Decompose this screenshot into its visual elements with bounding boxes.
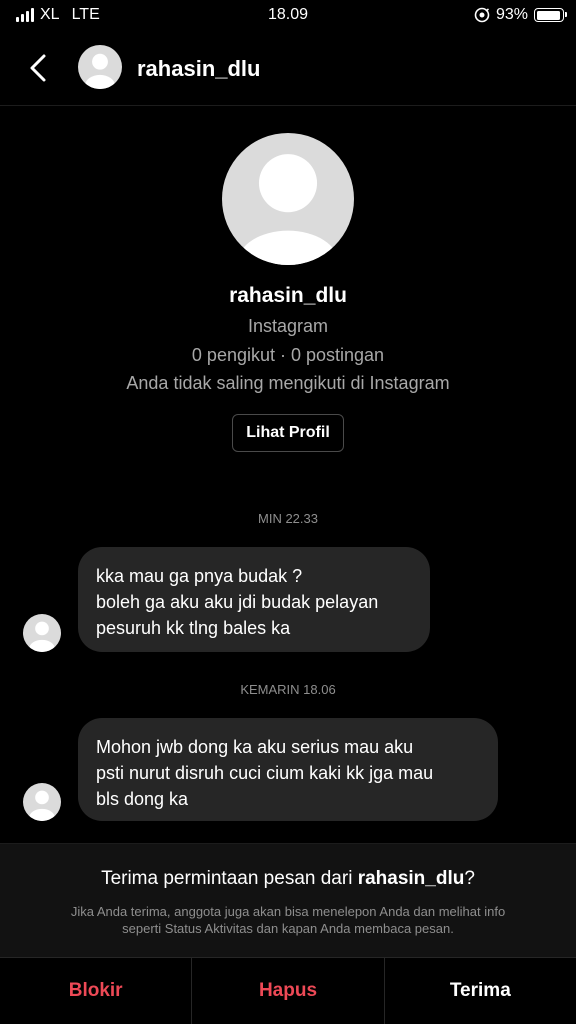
request-title-suffix: ?: [464, 868, 475, 889]
battery-icon: [534, 8, 567, 22]
request-subtitle-line: Jika Anda terima, anggota juga akan bisa…: [70, 904, 506, 919]
battery-fill: [536, 10, 560, 20]
request-title-prefix: Terima permintaan pesan dari: [101, 868, 358, 889]
message-line: psti nurut disruh cuci cium kaki kk jga …: [96, 763, 434, 783]
message-line: kka mau ga pnya budak ?: [96, 566, 303, 586]
sender-avatar[interactable]: [23, 614, 61, 652]
chat-header: rahasin_dlu: [0, 32, 576, 106]
message-bubble[interactable]: Mohon jwb dong ka aku serius mau aku pst…: [78, 718, 498, 821]
message-line: bls dong ka: [96, 789, 189, 809]
profile-relation: Anda tidak saling mengikuti di Instagram: [126, 373, 450, 393]
back-button[interactable]: [22, 50, 54, 86]
default-avatar-icon: [29, 621, 55, 652]
accept-button[interactable]: Terima: [385, 958, 576, 1024]
location-icon: [474, 7, 490, 23]
request-actions: Blokir Hapus Terima: [0, 957, 576, 1024]
message-line: boleh ga aku aku jdi budak pelayan: [96, 592, 379, 612]
request-title-user: rahasin_dlu: [357, 868, 465, 889]
view-profile-button[interactable]: Lihat Profil: [232, 414, 344, 452]
request-subtitle-line: seperti Status Aktivitas dan kapan Anda …: [122, 921, 454, 936]
message-timestamp: MIN 22.33: [258, 511, 318, 526]
message-timestamp: KEMARIN 18.06: [240, 682, 336, 697]
profile-platform: Instagram: [247, 316, 329, 336]
sender-avatar[interactable]: [23, 783, 61, 821]
default-avatar-icon: [237, 154, 339, 265]
default-avatar-icon: [85, 53, 115, 89]
profile-avatar[interactable]: [222, 133, 354, 265]
message-line: Mohon jwb dong ka aku serius mau aku: [96, 737, 414, 757]
block-button[interactable]: Blokir: [0, 958, 193, 1024]
header-avatar[interactable]: [78, 45, 122, 89]
status-right: 93%: [474, 6, 567, 24]
profile-stats: 0 pengikut · 0 postingan: [191, 345, 385, 365]
default-avatar-icon: [29, 790, 55, 821]
message-request-panel: Terima permintaan pesan dari rahasin_dlu…: [0, 843, 576, 957]
request-title: Terima permintaan pesan dari rahasin_dlu…: [0, 868, 576, 890]
header-username[interactable]: rahasin_dlu: [137, 56, 260, 82]
battery-percent: 93%: [495, 6, 528, 23]
message-bubble[interactable]: kka mau ga pnya budak ? boleh ga aku aku…: [78, 547, 430, 652]
profile-name: rahasin_dlu: [229, 284, 347, 307]
message-line: pesuruh kk tlng bales ka: [96, 618, 291, 638]
delete-button[interactable]: Hapus: [192, 958, 385, 1024]
status-bar: XL LTE 18.09 93%: [0, 0, 576, 32]
back-chevron-icon: [30, 54, 46, 82]
